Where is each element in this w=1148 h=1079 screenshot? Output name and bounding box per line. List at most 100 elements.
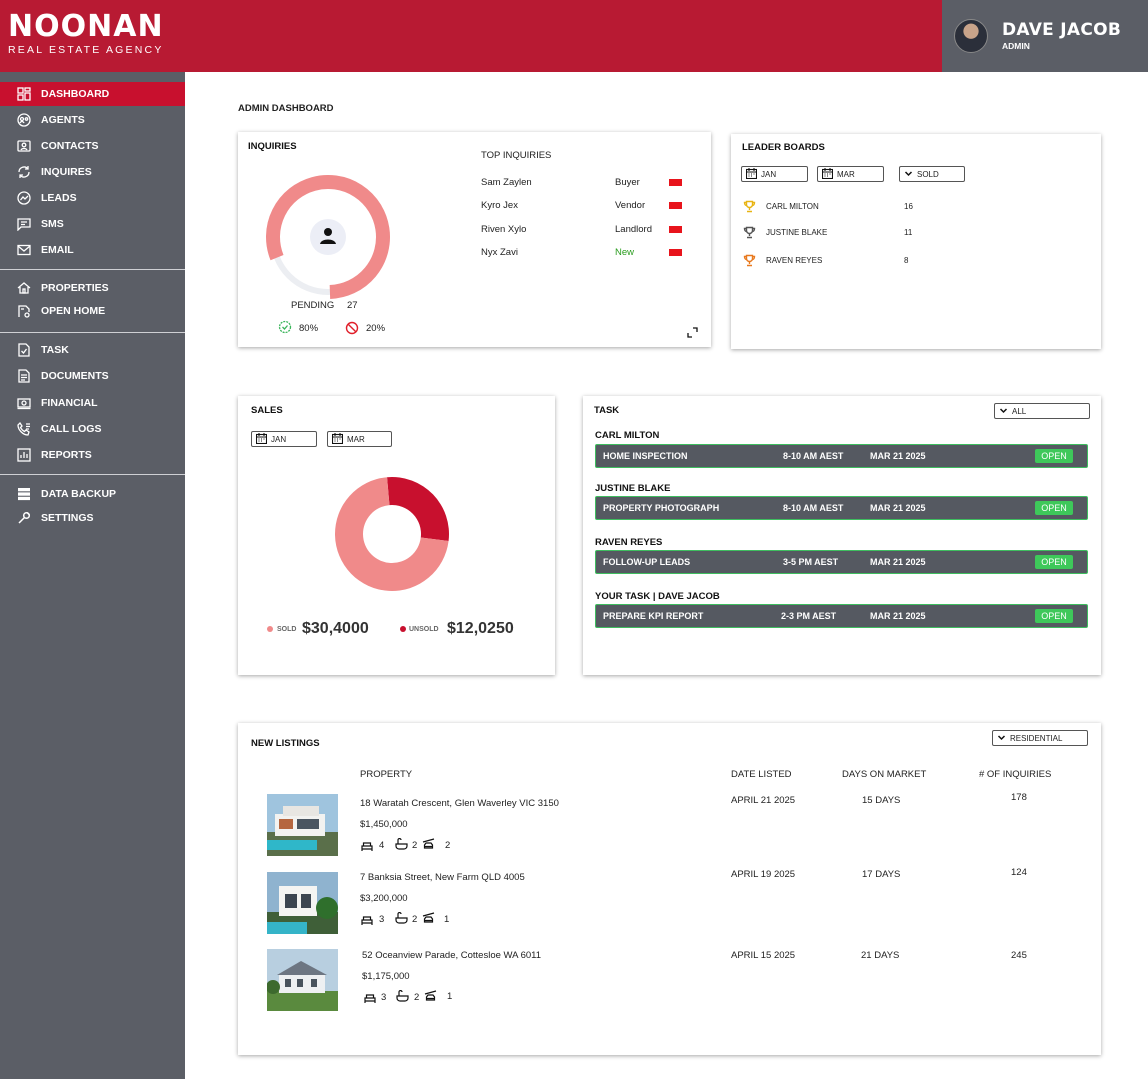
task-time: 8-10 AM AEST [783,451,844,461]
sidebar-item-settings[interactable]: SETTINGS [0,506,185,530]
inquiries-gauge [266,175,390,299]
date-from-picker[interactable]: JAN [251,431,317,447]
task-row[interactable]: PREPARE KPI REPORT 2-3 PM AEST MAR 21 20… [595,604,1088,628]
rejected-icon [345,321,359,340]
sidebar-item-task[interactable]: TASK [0,338,185,362]
sidebar-item-sms[interactable]: SMS [0,212,185,236]
documents-icon [16,368,32,384]
task-name: FOLLOW-UP LEADS [603,557,691,567]
date-listed: APRIL 19 2025 [731,869,796,880]
inquiry-name[interactable]: Kyro Jex [481,200,518,211]
agents-icon [16,112,32,128]
bed-count: 3 [381,992,387,1003]
date-from-picker[interactable]: JAN [741,166,808,182]
status-filter-value: SOLD [917,169,939,179]
avatar[interactable] [954,19,988,53]
sidebar-divider [0,474,185,475]
inquiry-name[interactable]: Riven Xylo [481,224,526,235]
date-from-value: JAN [761,169,777,179]
data-backup-icon [16,486,32,502]
leader-value: 16 [904,202,913,211]
task-row[interactable]: HOME INSPECTION 8-10 AM AEST MAR 21 2025… [595,444,1088,468]
column-header: DAYS ON MARKET [842,769,927,780]
flag-marker [669,202,682,209]
trophy-silver-icon [743,226,756,244]
date-to-picker[interactable]: MAR [817,166,884,182]
task-icon [16,342,32,358]
property-photo[interactable] [267,794,338,856]
leader-name: CARL MILTON [766,202,819,211]
task-name: PROPERTY PHOTOGRAPH [603,503,720,513]
sidebar-item-contacts[interactable]: CONTACTS [0,134,185,158]
days-on-market: 17 DAYS [862,869,901,880]
unsold-legend-dot [400,626,406,632]
inquiries-panel: INQUIRIES PENDING 27 80% 20% TOP INQUIRI… [238,132,711,347]
chevron-down-icon [999,406,1008,417]
inquiry-name[interactable]: Nyx Zavi [481,247,518,258]
sidebar-divider [0,332,185,333]
date-from-value: JAN [271,434,287,444]
inquiry-type: Landlord [615,224,652,235]
task-status-button[interactable]: OPEN [1035,501,1073,515]
sidebar-item-call-logs[interactable]: CALL LOGS [0,417,185,441]
sidebar-item-financial[interactable]: FINANCIAL [0,391,185,415]
car-count: 1 [444,914,450,925]
leader-name: JUSTINE BLAKE [766,228,828,237]
sidebar-item-dashboard[interactable]: DASHBOARD [0,82,185,106]
status-filter-dropdown[interactable]: SOLD [899,166,965,182]
task-status-button[interactable]: OPEN [1035,449,1073,463]
sales-panel: SALES JAN MAR SOLD $30,4000 UNSOLD $12,0… [238,396,555,675]
task-row[interactable]: PROPERTY PHOTOGRAPH 8-10 AM AEST MAR 21 … [595,496,1088,520]
expand-icon[interactable] [687,325,698,343]
sidebar-item-label: OPEN HOME [41,305,106,317]
property-address[interactable]: 18 Waratah Crescent, Glen Waverley VIC 3… [360,798,559,809]
sidebar-item-email[interactable]: EMAIL [0,238,185,262]
property-address[interactable]: 7 Banksia Street, New Farm QLD 4005 [360,872,525,883]
sidebar-item-label: INQUIRES [41,166,92,178]
listings-panel: NEW LISTINGS RESIDENTIAL PROPERTY DATE L… [238,723,1101,1055]
sidebar-item-inquires[interactable]: INQUIRES [0,160,185,184]
bed-count: 4 [379,840,385,851]
sidebar-item-data-backup[interactable]: DATA BACKUP [0,482,185,506]
bath-icon [395,911,408,929]
open-home-icon [16,303,32,319]
task-time: 2-3 PM AEST [781,611,837,621]
calendar-icon [331,432,344,446]
sidebar-item-properties[interactable]: PROPERTIES [0,276,185,300]
task-status-button[interactable]: OPEN [1035,555,1073,569]
car-count: 1 [447,991,453,1002]
trophy-gold-icon [743,200,756,218]
sidebar-item-reports[interactable]: REPORTS [0,443,185,467]
flag-marker [669,179,682,186]
task-filter-value: ALL [1012,406,1027,416]
task-owner: RAVEN REYES [595,537,663,548]
property-photo[interactable] [266,949,338,1011]
task-owner: JUSTINE BLAKE [595,483,671,494]
task-panel: TASK ALL CARL MILTON HOME INSPECTION 8-1… [583,396,1101,675]
task-status-button[interactable]: OPEN [1035,609,1073,623]
pending-value: 27 [347,300,358,311]
bath-icon [396,989,409,1007]
date-to-picker[interactable]: MAR [327,431,392,447]
inquiry-name[interactable]: Sam Zaylen [481,177,532,188]
user-name: DAVE JACOB [1002,20,1122,40]
date-listed: APRIL 21 2025 [731,795,796,806]
property-address[interactable]: 52 Oceanview Parade, Cottesloe WA 6011 [362,950,541,961]
sidebar-item-documents[interactable]: DOCUMENTS [0,364,185,388]
sidebar-item-leads[interactable]: LEADS [0,186,185,210]
user-profile[interactable]: DAVE JACOB ADMIN [942,0,1148,72]
brand-tagline: REAL ESTATE AGENCY [8,44,164,56]
sidebar-item-agents[interactable]: AGENTS [0,108,185,132]
property-photo[interactable] [267,872,338,934]
sidebar-item-label: PROPERTIES [41,282,109,294]
listing-type-dropdown[interactable]: RESIDENTIAL [992,730,1088,746]
pending-label: PENDING [291,300,335,311]
task-filter-dropdown[interactable]: ALL [994,403,1090,419]
inquiry-type: Buyer [615,177,640,188]
inquiry-count: 178 [1011,792,1027,803]
approved-icon [278,320,292,339]
inquiry-type: New [615,247,635,258]
task-row[interactable]: FOLLOW-UP LEADS 3-5 PM AEST MAR 21 2025 … [595,550,1088,574]
sidebar-item-open-home[interactable]: OPEN HOME [0,299,185,323]
brand-logo[interactable]: NOONAN REAL ESTATE AGENCY [8,12,164,57]
